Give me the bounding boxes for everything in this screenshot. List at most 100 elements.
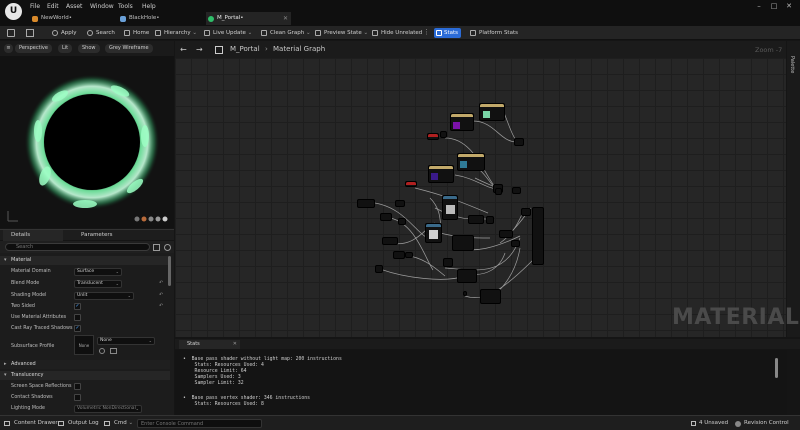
add-node[interactable] <box>514 138 524 146</box>
clean-graph-button[interactable]: Clean Graph ⌄ <box>261 28 311 38</box>
time-node[interactable] <box>382 237 398 245</box>
output-log-button[interactable]: Output Log <box>58 419 99 428</box>
reset-to-default-icon[interactable]: ↶ <box>159 292 163 298</box>
details-scrollbar[interactable] <box>168 256 171 286</box>
maximize-button[interactable]: □ <box>768 2 780 11</box>
parameter-node[interactable] <box>405 181 417 187</box>
add-node[interactable] <box>511 240 520 247</box>
tab-blackhole[interactable]: BlackHole• <box>118 12 203 25</box>
blend-mode-dropdown[interactable]: Translucent ⌄ <box>74 280 122 288</box>
search-button[interactable]: Search <box>87 28 115 38</box>
section-advanced[interactable]: ▸ Advanced <box>0 360 170 369</box>
tab-m-portal[interactable]: M_Portal• ✕ <box>206 12 291 25</box>
constant-node[interactable] <box>393 251 405 259</box>
live-update-button[interactable]: Live Update ⌄ <box>204 28 252 38</box>
close-window-button[interactable]: ✕ <box>783 2 795 11</box>
viewport-menu-icon[interactable]: ≡ <box>4 44 13 53</box>
constant-node[interactable] <box>395 200 405 207</box>
back-arrow-icon[interactable]: ← <box>180 45 187 54</box>
material-output-node[interactable] <box>532 207 544 265</box>
lit-button[interactable]: Lit <box>58 44 73 53</box>
texture-sample-node[interactable] <box>457 153 485 171</box>
table-view-icon[interactable] <box>153 244 160 251</box>
use-selected-icon[interactable] <box>99 348 105 354</box>
perspective-button[interactable]: Perspective <box>15 44 52 53</box>
menu-asset[interactable]: Asset <box>66 2 82 11</box>
close-tab-icon[interactable]: ✕ <box>283 12 288 25</box>
settings-icon[interactable] <box>164 244 171 251</box>
multiply-node[interactable] <box>440 131 447 138</box>
browse-icon[interactable] <box>26 29 34 37</box>
unsaved-button[interactable]: 4 Unsaved <box>691 419 728 428</box>
texture-sample-node[interactable] <box>479 103 505 121</box>
constant-node[interactable] <box>405 252 413 258</box>
hide-unrelated-button[interactable]: Hide Unrelated <box>372 28 422 38</box>
constant-node[interactable] <box>398 218 406 225</box>
append-node[interactable] <box>521 208 531 216</box>
function-node[interactable] <box>452 235 474 251</box>
menu-help[interactable]: Help <box>142 2 156 11</box>
palette-tab[interactable] <box>787 41 800 337</box>
breadcrumb-asset[interactable]: M_Portal <box>230 45 260 54</box>
multiply-node[interactable] <box>443 258 453 267</box>
preview-state-button[interactable]: Preview State ⌄ <box>315 28 368 38</box>
console-command-input[interactable] <box>137 419 262 428</box>
apply-button[interactable]: Apply <box>52 28 77 38</box>
texture-sample-node[interactable] <box>428 165 454 183</box>
multiply-node[interactable] <box>499 230 513 238</box>
section-material[interactable]: ▾ Material <box>0 256 170 265</box>
hierarchy-button[interactable]: Hierarchy ⌄ <box>155 28 197 38</box>
lighting-mode-dropdown[interactable]: Volumetric NonDirectional ⌄ <box>74 405 142 413</box>
tab-parameters[interactable]: Parameters <box>73 230 153 241</box>
reset-to-default-icon[interactable]: ↶ <box>159 303 163 309</box>
browse-folder-icon[interactable] <box>110 348 117 354</box>
shading-model-dropdown[interactable]: Unlit ⌄ <box>74 292 134 300</box>
unreal-logo-icon[interactable]: U <box>5 3 22 20</box>
revision-control-button[interactable]: Revision Control <box>735 419 789 428</box>
parameter-node[interactable] <box>427 133 439 140</box>
add-node[interactable] <box>486 216 494 224</box>
menu-file[interactable]: File <box>30 2 40 11</box>
use-material-attributes-checkbox[interactable] <box>74 314 81 321</box>
section-translucency[interactable]: ▾ Translucency <box>0 371 170 380</box>
show-button[interactable]: Show <box>78 44 100 53</box>
multiply-node[interactable] <box>380 213 392 221</box>
save-icon[interactable] <box>7 29 15 37</box>
reset-to-default-icon[interactable]: ↶ <box>159 280 163 286</box>
two-sided-checkbox[interactable]: ✓ <box>74 303 81 310</box>
wireframe-button[interactable]: Grey Wireframe <box>105 44 153 53</box>
material-preview-viewport[interactable] <box>0 56 174 228</box>
contact-shadows-checkbox[interactable] <box>74 394 81 401</box>
close-tab-icon[interactable]: ✕ <box>233 340 237 349</box>
minimize-button[interactable]: – <box>753 2 765 11</box>
subsurface-profile-dropdown[interactable]: None ⌄ <box>97 337 155 345</box>
multiply-node[interactable] <box>468 215 484 224</box>
function-node[interactable] <box>480 289 501 304</box>
menu-tools[interactable]: Tools <box>118 2 133 11</box>
content-drawer-button[interactable]: Content Drawer <box>4 419 58 428</box>
material-domain-dropdown[interactable]: Surface ⌄ <box>74 268 122 276</box>
home-button[interactable]: Home <box>124 28 149 38</box>
tab-details[interactable]: Details <box>3 230 63 241</box>
reroute-node[interactable] <box>463 291 467 296</box>
menu-edit[interactable]: Edit <box>47 2 59 11</box>
more-options-icon[interactable]: ⋮ <box>423 28 430 36</box>
noise-node[interactable] <box>442 195 458 220</box>
texture-sample-node[interactable] <box>450 113 474 131</box>
multiply-node[interactable] <box>495 188 502 195</box>
material-graph-canvas[interactable] <box>175 58 786 337</box>
cast-ray-traced-shadows-checkbox[interactable]: ✓ <box>74 325 81 332</box>
texture-sample-node[interactable] <box>425 223 442 243</box>
tab-stats[interactable]: Stats ✕ <box>179 340 240 349</box>
forward-arrow-icon[interactable]: → <box>196 45 203 54</box>
stats-button[interactable]: Stats <box>434 28 462 38</box>
ssr-checkbox[interactable] <box>74 383 81 390</box>
subsurface-profile-thumbnail[interactable]: None <box>74 335 94 355</box>
cmd-button[interactable]: Cmd ⌄ <box>104 419 133 428</box>
details-search-input[interactable] <box>5 243 150 251</box>
function-node[interactable] <box>457 269 477 283</box>
panner-node[interactable] <box>357 199 375 208</box>
add-node[interactable] <box>512 187 521 194</box>
tab-newworld[interactable]: NewWorld• <box>30 12 115 25</box>
breadcrumb-graph[interactable]: Material Graph <box>273 45 325 54</box>
